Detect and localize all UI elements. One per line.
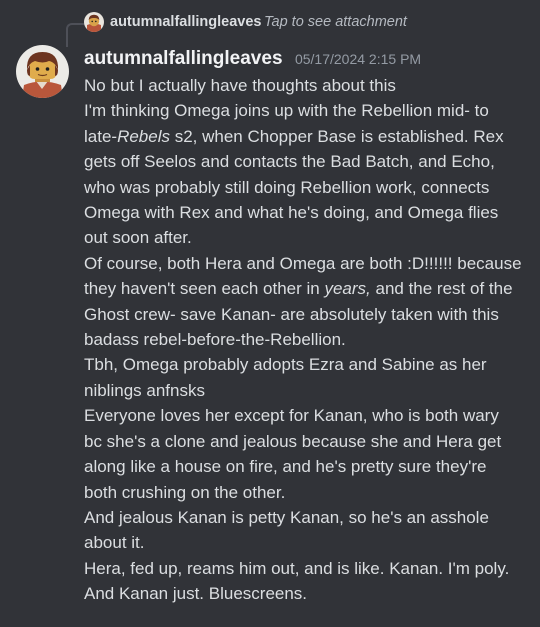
message-text: gets off Seelos and contacts the Bad Bat… xyxy=(84,152,495,172)
message-line: about it. xyxy=(84,530,530,555)
message-line: niblings anfnsks xyxy=(84,378,530,403)
message-line: Everyone loves her except for Kanan, who… xyxy=(84,403,530,428)
message-text: Tbh, Omega probably adopts Ezra and Sabi… xyxy=(84,355,487,375)
message-text: Hera, fed up, reams him out, and is like… xyxy=(84,558,510,578)
message-line: they haven't seen each other in years, a… xyxy=(84,276,530,301)
message-text: niblings anfnsks xyxy=(84,380,205,400)
message-text: Omega with Rex and what he's doing, and … xyxy=(84,203,499,223)
italic-text: years, xyxy=(324,279,371,299)
message-text: both crushing on the other. xyxy=(84,482,286,502)
message-line: who was probably still doing Rebellion w… xyxy=(84,175,530,200)
message-reply-bar[interactable]: autumnalfallingleaves Tap to see attachm… xyxy=(56,6,536,47)
message-text: No but I actually have thoughts about th… xyxy=(84,76,396,95)
reply-username[interactable]: autumnalfallingleaves xyxy=(110,14,262,30)
italic-text: Rebels xyxy=(117,126,170,146)
message-text: And Kanan just. Bluescreens. xyxy=(84,584,308,604)
message-line: Tbh, Omega probably adopts Ezra and Sabi… xyxy=(84,352,530,377)
reply-avatar-icon[interactable] xyxy=(84,12,104,32)
message-text: Of course, both Hera and Omega are both … xyxy=(84,253,522,273)
message-text: they haven't seen each other in xyxy=(84,279,325,299)
message-text: late- xyxy=(84,126,118,146)
message-line: Hera, fed up, reams him out, and is like… xyxy=(84,556,530,581)
author-username[interactable]: autumnalfallingleaves xyxy=(84,48,283,69)
message-line: And Kanan just. Bluescreens. xyxy=(84,581,530,606)
message-line: bc she's a clone and jealous because she… xyxy=(84,429,530,454)
message-text: I'm thinking Omega joins up with the Reb… xyxy=(84,101,489,121)
message-line: both crushing on the other. xyxy=(84,480,530,505)
message-text: and the rest of the xyxy=(370,279,513,299)
message-text: out soon after. xyxy=(84,228,192,248)
message-content: No but I actually have thoughts about th… xyxy=(84,73,530,607)
message-text: along like a house on fire, and he's pre… xyxy=(84,457,487,477)
message-line: Of course, both Hera and Omega are both … xyxy=(84,251,530,276)
message-line: No but I actually have thoughts about th… xyxy=(84,73,530,98)
message-text: bc she's a clone and jealous because she… xyxy=(84,431,502,451)
reply-attachment-preview[interactable]: Tap to see attachment xyxy=(264,14,407,30)
message-text: Everyone loves her except for Kanan, who… xyxy=(84,406,499,426)
message-text: Ghost crew- save Kanan- are absolutely t… xyxy=(84,304,499,324)
author-avatar-icon[interactable] xyxy=(16,45,69,98)
message-line: gets off Seelos and contacts the Bad Bat… xyxy=(84,149,530,174)
message-timestamp[interactable]: 05/17/2024 2:15 PM xyxy=(295,51,421,67)
message-text: who was probably still doing Rebellion w… xyxy=(84,177,490,197)
message-line: along like a house on fire, and he's pre… xyxy=(84,454,530,479)
message-line: Omega with Rex and what he's doing, and … xyxy=(84,200,530,225)
message-line: Ghost crew- save Kanan- are absolutely t… xyxy=(84,302,530,327)
message-header: autumnalfallingleaves 05/17/2024 2:15 PM xyxy=(84,48,421,74)
message-line: badass rebel-before-the-Rebellion. xyxy=(84,327,530,352)
message-text: s2, when Chopper Base is established. Re… xyxy=(170,126,504,146)
message-text: badass rebel-before-the-Rebellion. xyxy=(84,330,346,350)
message-text: about it. xyxy=(84,533,145,553)
message-line: out soon after. xyxy=(84,225,530,250)
message-line: late-Rebels s2, when Chopper Base is est… xyxy=(84,124,530,149)
message-line: I'm thinking Omega joins up with the Reb… xyxy=(84,98,530,123)
message-line: And jealous Kanan is petty Kanan, so he'… xyxy=(84,505,530,530)
message-text: And jealous Kanan is petty Kanan, so he'… xyxy=(84,507,489,527)
